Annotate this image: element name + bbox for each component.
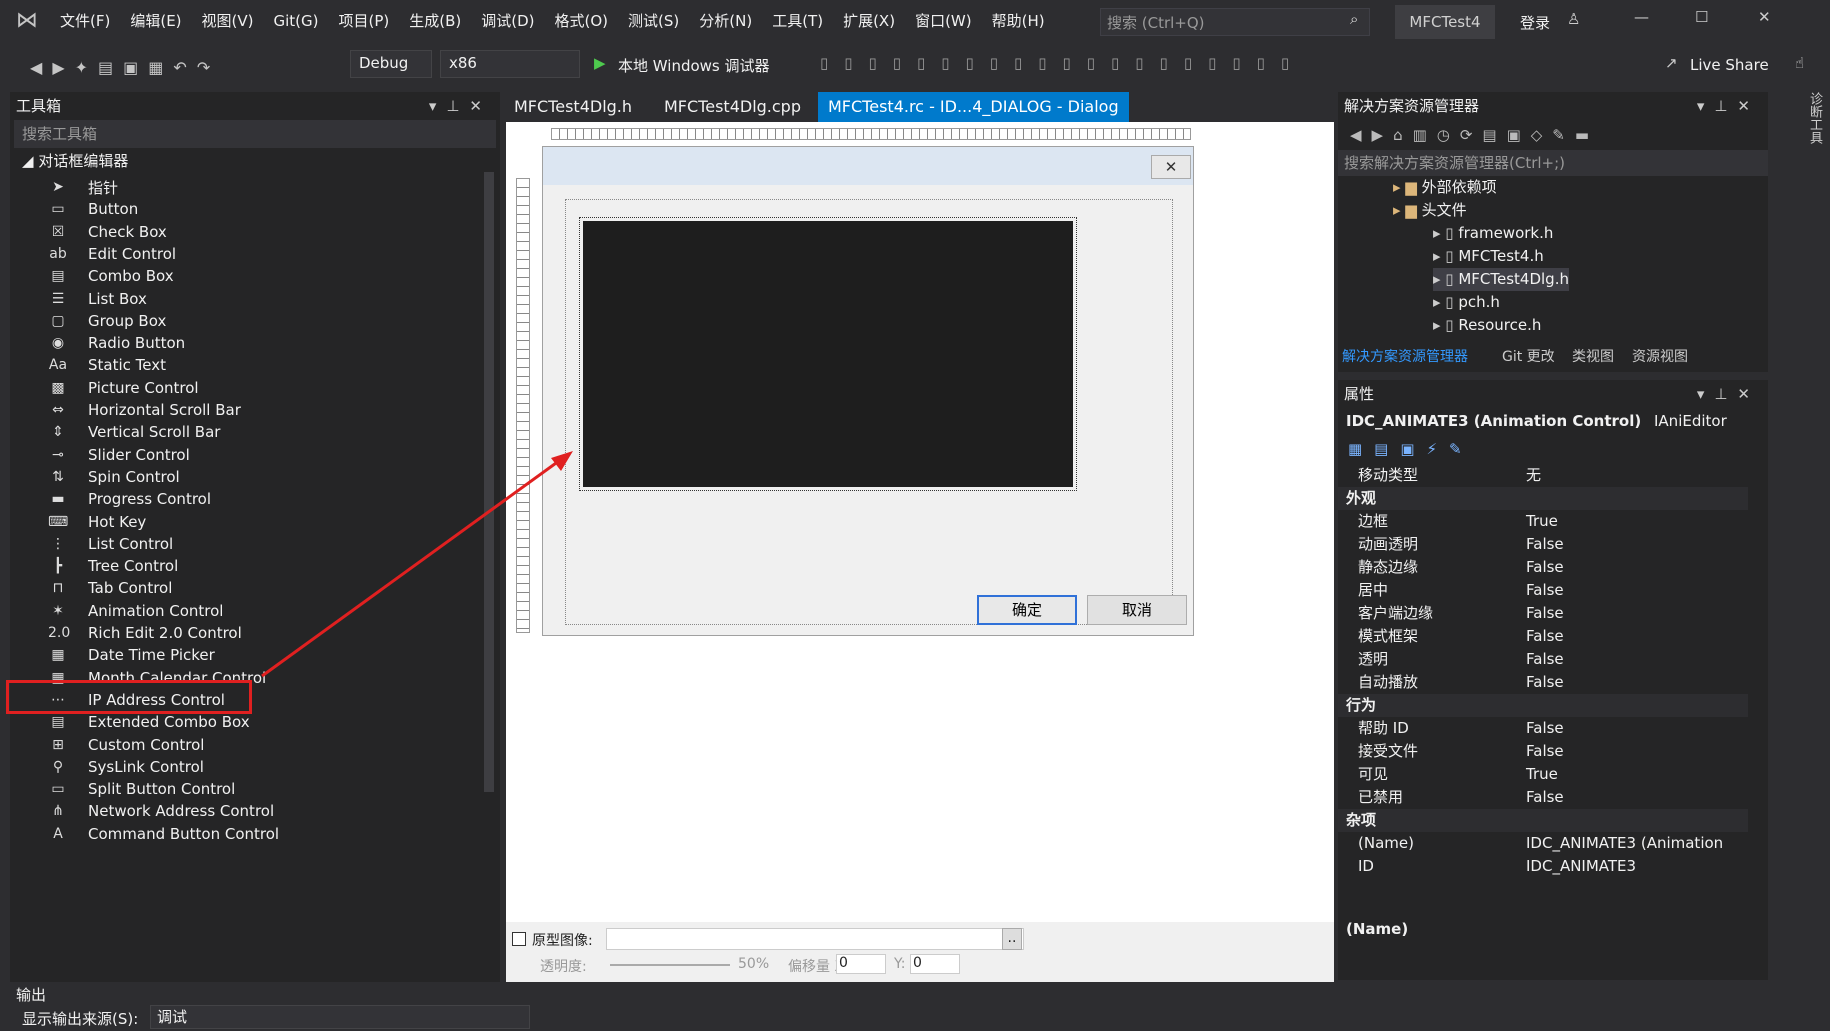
solution-tree: ▸ ▆ 外部依赖项 ▸ ▆ 头文件 ▸ ▯ framework.h ▸ ▯ MFCTe… xyxy=(1338,176,1768,344)
panel-controls[interactable]: ▾⊥✕ xyxy=(1697,92,1760,120)
property-value: True xyxy=(1526,765,1558,783)
property-row[interactable]: ID IDC_ANIMATE3 xyxy=(1338,855,1748,878)
solution-search[interactable]: 搜索解决方案资源管理器(Ctrl+;) xyxy=(1338,150,1768,176)
output-title: 输出 xyxy=(16,986,47,1004)
solution-tab-2[interactable]: 类视图 xyxy=(1572,346,1614,366)
property-value: False xyxy=(1526,604,1564,622)
diagnostic-tools-tab[interactable]: 诊断工具 xyxy=(1800,92,1824,144)
solution-item[interactable]: ▸ ▯ Resource.h xyxy=(1433,314,1541,337)
property-value: False xyxy=(1526,742,1564,760)
solution-item[interactable]: ▸ ▆ 外部依赖项 xyxy=(1393,176,1497,199)
solution-toolbar: ◀▶⌂▥◷⟳▤▣◇✎▬ xyxy=(1350,126,1600,144)
property-key: 自动播放 xyxy=(1358,673,1419,691)
object-selector[interactable]: IDC_ANIMATE3 (Animation Control) IAniEdi… xyxy=(1338,408,1768,434)
property-category[interactable]: 行为 xyxy=(1338,694,1748,717)
property-key: 接受文件 xyxy=(1358,742,1419,760)
solution-tab-1[interactable]: Git 更改 xyxy=(1502,346,1555,366)
solution-tab-3[interactable]: 资源视图 xyxy=(1632,346,1688,366)
property-row[interactable]: 客户端边缘 False xyxy=(1338,602,1748,625)
solution-item-label: 外部依赖项 xyxy=(1421,178,1497,196)
property-key: 居中 xyxy=(1358,581,1389,599)
property-key: 行为 xyxy=(1346,696,1377,714)
solution-title: 解决方案资源管理器 xyxy=(1344,97,1480,115)
property-value: IDC_ANIMATE3 xyxy=(1526,857,1637,875)
property-key: 动画透明 xyxy=(1358,535,1419,553)
property-key: ID xyxy=(1358,857,1374,875)
property-key: 已禁用 xyxy=(1358,788,1404,806)
property-value: False xyxy=(1526,719,1564,737)
property-row[interactable]: 静态边缘 False xyxy=(1338,556,1748,579)
property-row[interactable]: 透明 False xyxy=(1338,648,1748,671)
property-row[interactable]: 可见 True xyxy=(1338,763,1748,786)
property-key: 杂项 xyxy=(1346,811,1377,829)
property-row[interactable]: 动画透明 False xyxy=(1338,533,1748,556)
folder-icon: ▸ ▆ xyxy=(1393,201,1422,219)
solution-item[interactable]: ▸ ▯ pch.h xyxy=(1433,291,1500,314)
property-key: 客户端边缘 xyxy=(1358,604,1434,622)
solution-item-label: 头文件 xyxy=(1421,201,1467,219)
property-category[interactable]: 外观 xyxy=(1338,487,1748,510)
properties-title: 属性 xyxy=(1344,385,1375,403)
property-row[interactable]: 居中 False xyxy=(1338,579,1748,602)
object-editor: IAniEditor xyxy=(1654,412,1727,430)
solution-explorer-panel: 解决方案资源管理器 ▾⊥✕ ◀▶⌂▥◷⟳▤▣◇✎▬ 搜索解决方案资源管理器(Ctr… xyxy=(1338,92,1768,372)
property-key: 可见 xyxy=(1358,765,1389,783)
header-file-icon: ▸ ▯ xyxy=(1433,293,1459,311)
property-key: 静态边缘 xyxy=(1358,558,1419,576)
solution-item-label: MFCTest4Dlg.h xyxy=(1458,270,1569,288)
properties-grid: 移动类型无外观 边框 True 动画透明 False 静态边缘 False 居中 False 客户… xyxy=(1338,464,1768,924)
property-key: 帮助 ID xyxy=(1358,719,1409,737)
property-value: False xyxy=(1526,581,1564,599)
header-file-icon: ▸ ▯ xyxy=(1433,224,1459,242)
solution-tab-0[interactable]: 解决方案资源管理器 xyxy=(1342,346,1468,366)
property-row[interactable]: (Name) IDC_ANIMATE3 (Animation xyxy=(1338,832,1748,855)
property-row[interactable]: 已禁用 False xyxy=(1338,786,1748,809)
property-category[interactable]: 杂项 xyxy=(1338,809,1748,832)
solution-item-label: Resource.h xyxy=(1458,316,1542,334)
property-key: (Name) xyxy=(1358,834,1414,852)
solution-item[interactable]: ▸ ▯ MFCTest4Dlg.h xyxy=(1433,268,1569,291)
property-key: 移动类型 xyxy=(1358,466,1419,484)
property-value: False xyxy=(1526,627,1564,645)
description-label: (Name) xyxy=(1346,920,1409,938)
property-value: True xyxy=(1526,512,1558,530)
output-source-select[interactable]: 调试 xyxy=(150,1005,530,1029)
property-row[interactable]: 自动播放 False xyxy=(1338,671,1748,694)
header-file-icon: ▸ ▯ xyxy=(1433,270,1459,288)
solution-item[interactable]: ▸ ▆ 头文件 xyxy=(1393,199,1467,222)
solution-item-label: MFCTest4.h xyxy=(1458,247,1544,265)
property-value: False xyxy=(1526,788,1564,806)
property-row[interactable]: 帮助 ID False xyxy=(1338,717,1748,740)
property-key: 透明 xyxy=(1358,650,1389,668)
property-key: 外观 xyxy=(1346,489,1377,507)
property-value: 无 xyxy=(1526,466,1542,484)
folder-icon: ▸ ▆ xyxy=(1393,178,1422,196)
properties-toolbar: ▦▤▣⚡✎ xyxy=(1348,440,1474,458)
property-value: False xyxy=(1526,535,1564,553)
property-value: False xyxy=(1526,558,1564,576)
output-panel: 输出 显示输出来源(S): 调试 xyxy=(10,982,1768,1031)
property-value: False xyxy=(1526,673,1564,691)
property-row[interactable]: 边框 True xyxy=(1338,510,1748,533)
object-name: IDC_ANIMATE3 (Animation Control) xyxy=(1346,412,1642,430)
solution-item-label: framework.h xyxy=(1458,224,1554,242)
property-key: 模式框架 xyxy=(1358,627,1419,645)
property-row[interactable]: 模式框架 False xyxy=(1338,625,1748,648)
property-row[interactable]: 移动类型 无 xyxy=(1338,464,1748,487)
property-row[interactable]: 接受文件 False xyxy=(1338,740,1748,763)
output-source-label: 显示输出来源(S): xyxy=(22,1010,139,1028)
properties-panel: 属性 ▾⊥✕ IDC_ANIMATE3 (Animation Control) I… xyxy=(1338,380,1768,980)
solution-item[interactable]: ▸ ▯ framework.h xyxy=(1433,222,1553,245)
solution-item-label: pch.h xyxy=(1458,293,1500,311)
header-file-icon: ▸ ▯ xyxy=(1433,247,1459,265)
solution-item[interactable]: ▸ ▯ MFCTest4.h xyxy=(1433,245,1544,268)
header-file-icon: ▸ ▯ xyxy=(1433,316,1459,334)
property-key: 边框 xyxy=(1358,512,1389,530)
property-value: IDC_ANIMATE3 (Animation xyxy=(1526,834,1724,852)
panel-controls[interactable]: ▾⊥✕ xyxy=(1697,380,1760,408)
property-value: False xyxy=(1526,650,1564,668)
solution-tabs: 解决方案资源管理器 Git 更改 类视图 资源视图 xyxy=(1338,344,1768,368)
